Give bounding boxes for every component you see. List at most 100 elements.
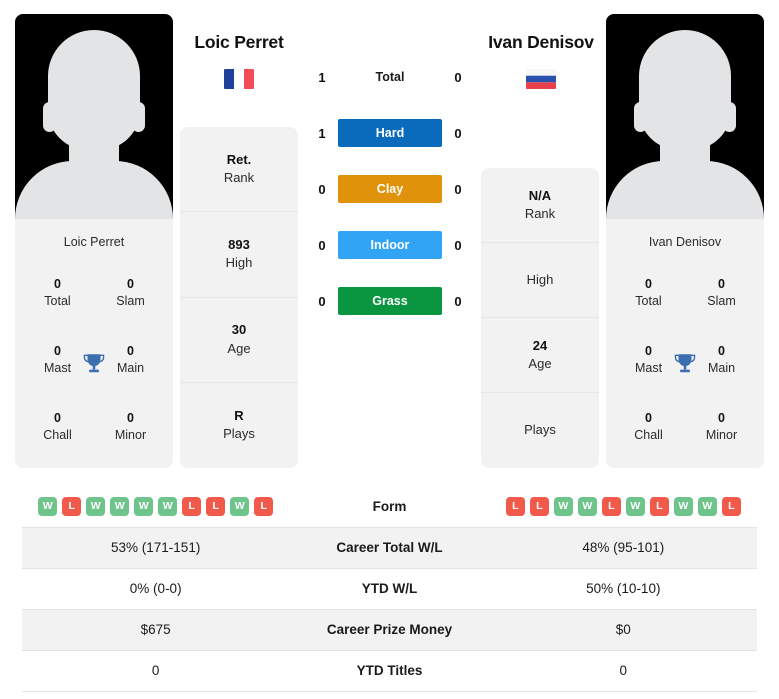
player-name-right[interactable]: Ivan Denisov — [461, 32, 621, 53]
form-badge-loss[interactable]: L — [721, 496, 741, 516]
form-badge-loss[interactable]: L — [182, 496, 202, 516]
avatar-placeholder-icon — [43, 102, 56, 132]
form-badge-win[interactable]: W — [553, 496, 573, 516]
form-badge-loss[interactable]: L — [62, 496, 82, 516]
player-card-name-right: Ivan Denisov — [648, 235, 722, 249]
surface-badge-hard[interactable]: Hard — [338, 119, 442, 147]
player-card-left[interactable]: Loic Perret 0 Total 0 Slam 0 Mast 0 Main — [15, 14, 173, 468]
surface-badge-clay[interactable]: Clay — [338, 175, 442, 203]
form-badge-loss[interactable]: L — [505, 496, 525, 516]
info-value: R — [234, 408, 244, 424]
stat-value-right: 0 — [619, 663, 628, 678]
titles-grid-right: 0 Total 0 Slam 0 Mast 0 Main 0 Chall 0 M… — [606, 259, 764, 468]
info-card-right: N/A Rank High 24 Age Plays — [481, 168, 599, 468]
form-badge-loss[interactable]: L — [529, 496, 549, 516]
title-stat: 0 Total — [612, 276, 685, 310]
stat-value-left: 53% (171-151) — [111, 540, 201, 555]
avatar-placeholder-icon — [723, 102, 736, 132]
info-label: Rank — [524, 206, 556, 221]
form-badge-win[interactable]: W — [158, 496, 178, 516]
stat-value-right: 50% (10-10) — [586, 581, 661, 596]
player-header-left: Loic Perret — [159, 32, 319, 89]
h2h-score-left: 1 — [318, 125, 326, 141]
player-name-left[interactable]: Loic Perret — [159, 32, 319, 53]
form-badge-win[interactable]: W — [38, 496, 58, 516]
title-stat: 0 Slam — [685, 276, 758, 310]
info-row-high: High — [481, 243, 599, 318]
trophy-icon — [674, 353, 696, 372]
title-label: Slam — [116, 293, 145, 308]
h2h-score-right: 0 — [454, 69, 462, 85]
h2h-score-left: 0 — [318, 293, 326, 309]
info-row-plays: Plays — [481, 393, 599, 468]
surface-badge-indoor[interactable]: Indoor — [338, 231, 442, 259]
title-count: 0 — [54, 276, 61, 291]
stat-value-right: $0 — [615, 622, 631, 637]
info-label: Plays — [524, 422, 556, 438]
form-badge-loss[interactable]: L — [601, 496, 621, 516]
h2h-score-right: 0 — [454, 181, 462, 197]
info-label: High — [526, 271, 554, 287]
h2h-score-right: 0 — [454, 293, 462, 309]
title-stat: 0 Slam — [94, 276, 167, 310]
form-badge-win[interactable]: W — [134, 496, 154, 516]
form-badge-win[interactable]: W — [673, 496, 693, 516]
flag-wrap-right — [461, 69, 621, 89]
titles-grid-left: 0 Total 0 Slam 0 Mast 0 Main 0 Chall 0 M… — [15, 259, 173, 468]
stat-value-left: 0% (0-0) — [129, 581, 182, 596]
title-label: Minor — [705, 427, 738, 442]
form-badge-win[interactable]: W — [625, 496, 645, 516]
info-row-plays: R Plays — [180, 383, 298, 468]
player-card-right[interactable]: Ivan Denisov 0 Total 0 Slam 0 Mast 0 Mai… — [606, 14, 764, 468]
title-count: 0 — [718, 276, 725, 291]
player-header-right: Ivan Denisov — [461, 32, 621, 89]
info-value: N/A — [528, 187, 552, 203]
info-value: 30 — [231, 322, 247, 338]
h2h-score-left: 0 — [318, 181, 326, 197]
table-row: 53% (171-151) Career Total W/L 48% (95-101… — [22, 527, 757, 568]
stat-label: Career Total W/L — [336, 540, 443, 555]
avatar-placeholder-icon — [634, 102, 647, 132]
form-badge-win[interactable]: W — [110, 496, 130, 516]
title-count: 0 — [645, 276, 652, 291]
form-badge-loss[interactable]: L — [206, 496, 226, 516]
h2h-label-total: Total — [375, 70, 405, 84]
avatar-placeholder-icon — [132, 102, 145, 132]
form-badge-win[interactable]: W — [697, 496, 717, 516]
h2h-row-grass: 0 Grass 0 — [306, 282, 474, 320]
h2h-row-indoor: 0 Indoor 0 — [306, 226, 474, 264]
form-badge-loss[interactable]: L — [649, 496, 669, 516]
info-value: 893 — [228, 237, 250, 253]
info-row-rank: Ret. Rank — [180, 127, 298, 213]
form-badges-right: LLWWLWLWWL — [496, 496, 751, 516]
info-label: Age — [227, 340, 251, 356]
form-badge-win[interactable]: W — [230, 496, 250, 516]
title-label: Minor — [114, 427, 147, 442]
surface-badge-grass[interactable]: Grass — [338, 287, 442, 315]
form-badge-win[interactable]: W — [577, 496, 597, 516]
title-stat: 0 Chall — [21, 410, 94, 444]
info-value: Ret. — [226, 151, 252, 167]
table-row: W L W W W W L L W L Form L L W W L W L W W L — [22, 486, 757, 527]
form-badge-loss[interactable]: L — [254, 496, 274, 516]
info-value: 24 — [532, 337, 548, 353]
title-stat: 0 Total — [21, 276, 94, 310]
stat-label: Career Prize Money — [326, 622, 453, 637]
stat-label: YTD Titles — [356, 663, 423, 678]
h2h-score-left: 0 — [318, 237, 326, 253]
stats-table: W L W W W W L L W L Form L L W W L W L W W L 53% (171-151) Car… — [22, 486, 757, 692]
info-row-rank: N/A Rank — [481, 168, 599, 243]
table-row: 0 YTD Titles 0 — [22, 650, 757, 691]
stat-label: Form — [372, 498, 407, 514]
title-stat: 0 Minor — [685, 410, 758, 444]
title-count: 0 — [54, 410, 61, 425]
info-label: High — [225, 255, 253, 271]
avatar-right — [606, 14, 764, 219]
stat-value-right: 48% (95-101) — [582, 540, 665, 555]
player-comparison-page: Loic Perret 0 Total 0 Slam 0 Mast 0 Main — [0, 0, 779, 699]
info-label: Plays — [223, 426, 255, 442]
info-row-high: 893 High — [180, 212, 298, 298]
h2h-score-left: 1 — [318, 69, 326, 85]
head-to-head-scores: 1 Total 0 1 Hard 0 0 Clay 0 0 Indoor 0 0 Grass 0 — [306, 58, 474, 338]
form-badge-win[interactable]: W — [86, 496, 106, 516]
